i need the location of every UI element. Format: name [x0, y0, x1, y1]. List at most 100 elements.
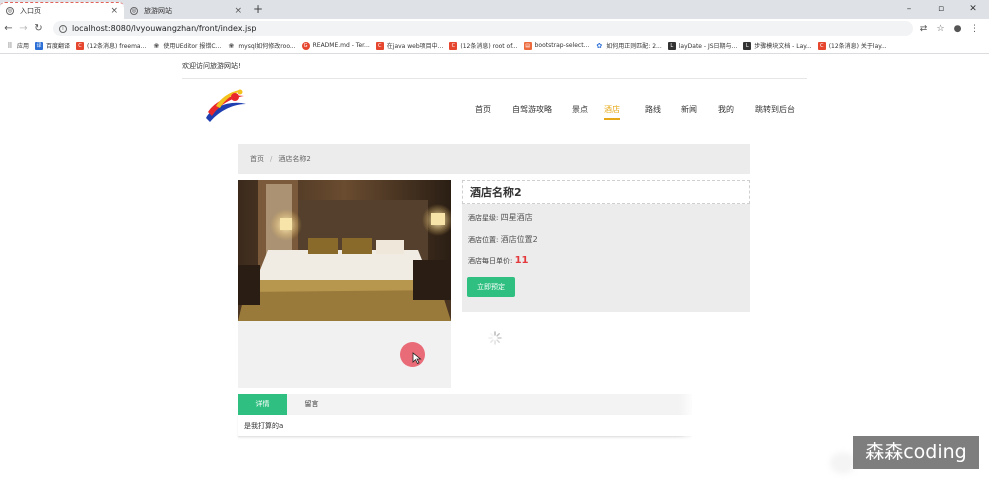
detail-content: 是我打算的a: [238, 415, 750, 437]
bookmark-item[interactable]: ❀ 使用UEditor 报错C...: [152, 41, 221, 50]
bookmark-item[interactable]: C (12条消息) 关于lay...: [817, 41, 887, 50]
paw-icon: ❀: [152, 41, 161, 50]
account-icon[interactable]: ●: [949, 24, 966, 34]
zhihu-icon: ✿: [595, 41, 604, 50]
github-icon: G: [301, 41, 310, 50]
hotel-price-value: 11: [514, 255, 529, 266]
window-controls: – ▫ ✕: [893, 0, 989, 19]
blurred-overlay: [692, 392, 758, 442]
watermark: 森森coding: [853, 436, 979, 469]
baidu-translate-icon: 译: [35, 41, 44, 50]
hotel-price-row: 酒店每日单价: 11: [468, 255, 529, 266]
paw-icon: ❀: [227, 41, 236, 50]
breadcrumb: 首页 / 酒店名称2: [238, 144, 750, 174]
tab-title: 旅游网站: [144, 6, 172, 15]
bookmark-item[interactable]: G README.md - Ter...: [301, 41, 370, 50]
star-icon[interactable]: ☆: [932, 24, 949, 34]
menu-icon[interactable]: ⋮: [966, 24, 983, 34]
close-icon[interactable]: ×: [110, 6, 118, 16]
bookmark-item[interactable]: ❀ mysql如何修改roo...: [227, 41, 296, 50]
hotel-price-label: 酒店每日单价:: [468, 257, 513, 265]
globe-icon: ◎: [130, 6, 138, 15]
bookmark-label: 百度翻译: [46, 43, 71, 50]
close-icon[interactable]: ×: [234, 6, 242, 16]
hotel-star-label: 酒店星级:: [468, 214, 499, 222]
main-nav: 首页 自驾游攻略 景点 酒店 路线 新闻 我的 跳转到后台: [0, 104, 989, 120]
layui-icon: L: [667, 41, 676, 50]
window-close-button[interactable]: ✕: [957, 0, 989, 19]
nav-self-drive-guide[interactable]: 自驾游攻略: [512, 104, 552, 115]
hotel-star-value: 四星酒店: [500, 213, 533, 222]
tab-comments[interactable]: 留言: [287, 394, 336, 415]
forward-arrow-icon[interactable]: →: [17, 23, 30, 34]
bookmark-label: 如何用正则匹配: 2...: [606, 43, 662, 50]
apps-icon: ⠿: [6, 41, 14, 50]
book-now-button[interactable]: 立即预定: [467, 277, 515, 297]
bookmarks-bar: ⠿ 应用 译百度翻译 C (12条消息) freema... ❀ 使用UEditor …: [0, 38, 989, 54]
csdn-icon: C: [375, 41, 384, 50]
info-icon[interactable]: i: [59, 24, 67, 33]
hotel-location-row: 酒店位置: 酒店位置2: [468, 234, 538, 245]
bookmark-label: (12条消息) 关于lay...: [828, 43, 887, 50]
nav-attractions[interactable]: 景点: [572, 104, 588, 115]
bookmark-item[interactable]: ✿ 如何用正则匹配: 2...: [595, 41, 662, 50]
nav-home[interactable]: 首页: [475, 104, 491, 115]
bookmark-item[interactable]: C (12条消息) freema...: [76, 41, 146, 50]
mouse-cursor-icon: [412, 352, 422, 364]
nav-admin[interactable]: 跳转到后台: [755, 104, 795, 115]
tab-title: 入口页: [20, 7, 41, 15]
csdn-icon: C: [76, 41, 85, 50]
bookmark-item[interactable]: 译百度翻译: [35, 41, 70, 50]
bookmark-label: README.md - Ter...: [312, 42, 370, 49]
bookmark-item[interactable]: LlayDate - JS日期与...: [667, 41, 738, 50]
tab-details[interactable]: 详情: [238, 394, 287, 415]
loading-spinner-icon: [488, 331, 502, 345]
bookmark-label: 使用UEditor 报错C...: [163, 43, 222, 50]
browser-tab-entry[interactable]: ◎ 入口页 ×: [0, 2, 124, 19]
hotel-name: 酒店名称2: [462, 180, 750, 204]
detail-tabs: 详情 留言: [238, 394, 750, 415]
bookmark-label: 在java web项目中...: [386, 43, 444, 50]
minimize-button[interactable]: –: [893, 0, 925, 19]
bookmark-item[interactable]: ▤ bootstrap-select...: [523, 41, 590, 50]
bookmark-label: bootstrap-select...: [534, 42, 590, 49]
csdn-icon: C: [817, 41, 826, 50]
bookmark-item[interactable]: C (12条消息) root of...: [449, 41, 518, 50]
bookmark-item[interactable]: L 步骤模块文档 - Lay...: [743, 41, 812, 50]
translate-icon[interactable]: ⇄: [915, 24, 932, 34]
bookmark-label: (12条消息) freema...: [87, 43, 147, 50]
address-bar[interactable]: i localhost:8080/lvyouwangzhan/front/ind…: [53, 21, 913, 36]
reload-icon[interactable]: ↻: [32, 23, 45, 34]
browser-toolbar: ← → ↻ i localhost:8080/lvyouwangzhan/fro…: [0, 19, 989, 38]
nav-my[interactable]: 我的: [718, 104, 734, 115]
browser-tab-bar: ◎ 入口页 × ◎ 旅游网站 × + – ▫ ✕: [0, 0, 989, 19]
nav-routes[interactable]: 路线: [645, 104, 661, 115]
bookmark-apps[interactable]: ⠿ 应用: [6, 41, 29, 50]
back-arrow-icon[interactable]: ←: [2, 23, 15, 34]
layui-icon: L: [743, 41, 752, 50]
bookmark-label: 应用: [17, 43, 30, 50]
hotel-location-label: 酒店位置:: [468, 236, 499, 244]
bookmark-label: mysql如何修改roo...: [238, 43, 296, 50]
nav-hotels[interactable]: 酒店: [604, 104, 620, 120]
restore-button[interactable]: ▫: [925, 0, 957, 19]
nav-news[interactable]: 新闻: [681, 104, 697, 115]
browser-tab-travel-site[interactable]: ◎ 旅游网站 ×: [124, 2, 248, 19]
welcome-text: 欢迎访问旅游网站!: [182, 62, 241, 70]
divider: [182, 78, 807, 79]
breadcrumb-separator: /: [270, 155, 273, 163]
hotel-room-image: [238, 180, 451, 321]
hotel-location-value: 酒店位置2: [500, 235, 538, 244]
hotel-info-panel: 酒店名称2 酒店星级: 四星酒店 酒店位置: 酒店位置2 酒店每日单价: 11 …: [462, 180, 750, 312]
url-text: localhost:8080/lvyouwangzhan/front/index…: [72, 24, 257, 33]
bookmark-label: layDate - JS日期与...: [678, 43, 738, 50]
new-tab-button[interactable]: +: [253, 2, 263, 16]
breadcrumb-home[interactable]: 首页: [250, 154, 264, 164]
bookmark-label: 步骤模块文档 - Lay...: [754, 43, 812, 50]
breadcrumb-current: 酒店名称2: [278, 155, 311, 163]
doc-icon: ▤: [523, 41, 532, 50]
globe-icon: ◎: [6, 7, 14, 15]
csdn-icon: C: [449, 41, 458, 50]
bookmark-label: (12条消息) root of...: [460, 43, 518, 50]
bookmark-item[interactable]: C 在java web项目中...: [375, 41, 444, 50]
